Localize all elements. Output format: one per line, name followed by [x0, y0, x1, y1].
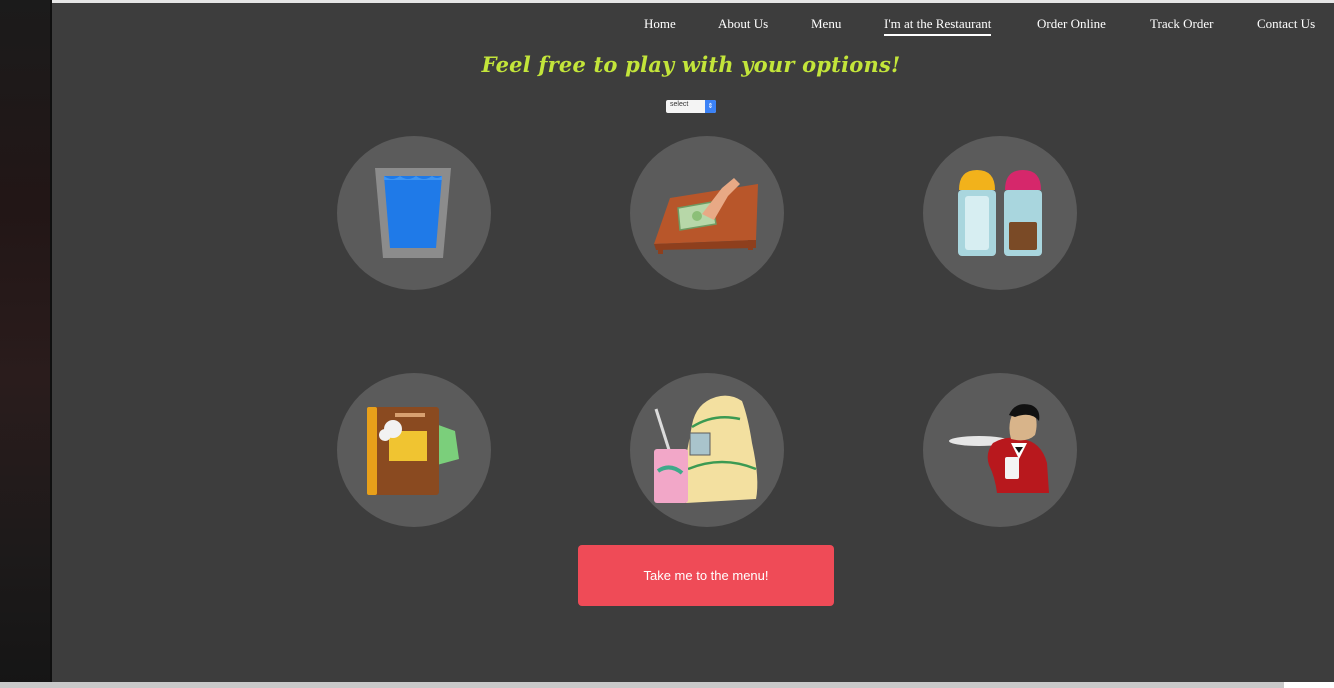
options-select[interactable]: select ⇕	[666, 100, 716, 113]
option-water[interactable]	[337, 136, 491, 290]
take-me-to-menu-button[interactable]: Take me to the menu!	[578, 545, 834, 606]
nav-contact-us[interactable]: Contact Us	[1257, 16, 1315, 32]
water-glass-icon	[375, 168, 451, 258]
nav-menu[interactable]: Menu	[811, 16, 841, 32]
nav-order-online[interactable]: Order Online	[1037, 16, 1106, 32]
waiter-icon	[949, 404, 1049, 493]
background-image-strip	[0, 0, 52, 688]
window-top-edge	[0, 0, 1334, 3]
option-takeout[interactable]	[630, 373, 784, 527]
window-bottom-edge	[0, 682, 1334, 688]
option-menu-book[interactable]	[337, 373, 491, 527]
window-bottom-corner	[1284, 682, 1334, 688]
select-arrows-icon: ⇕	[705, 100, 716, 113]
nav-about-us[interactable]: About Us	[718, 16, 768, 32]
menu-book-icon	[367, 407, 459, 495]
nav-im-at-the-restaurant[interactable]: I'm at the Restaurant	[884, 16, 992, 36]
select-value: select	[670, 101, 689, 108]
salt-pepper-icon	[958, 170, 1042, 256]
takeout-bag-icon	[654, 395, 758, 503]
nav-track-order[interactable]: Track Order	[1150, 16, 1213, 32]
option-salt-pepper[interactable]	[923, 136, 1077, 290]
main-navigation: Home About Us Menu I'm at the Restaurant…	[0, 16, 1334, 36]
page-tagline: Feel free to play with your options!	[481, 52, 901, 77]
option-call-waiter[interactable]	[923, 373, 1077, 527]
option-pay-bill[interactable]	[630, 136, 784, 290]
pay-bill-icon	[654, 178, 758, 254]
nav-home[interactable]: Home	[644, 16, 676, 32]
